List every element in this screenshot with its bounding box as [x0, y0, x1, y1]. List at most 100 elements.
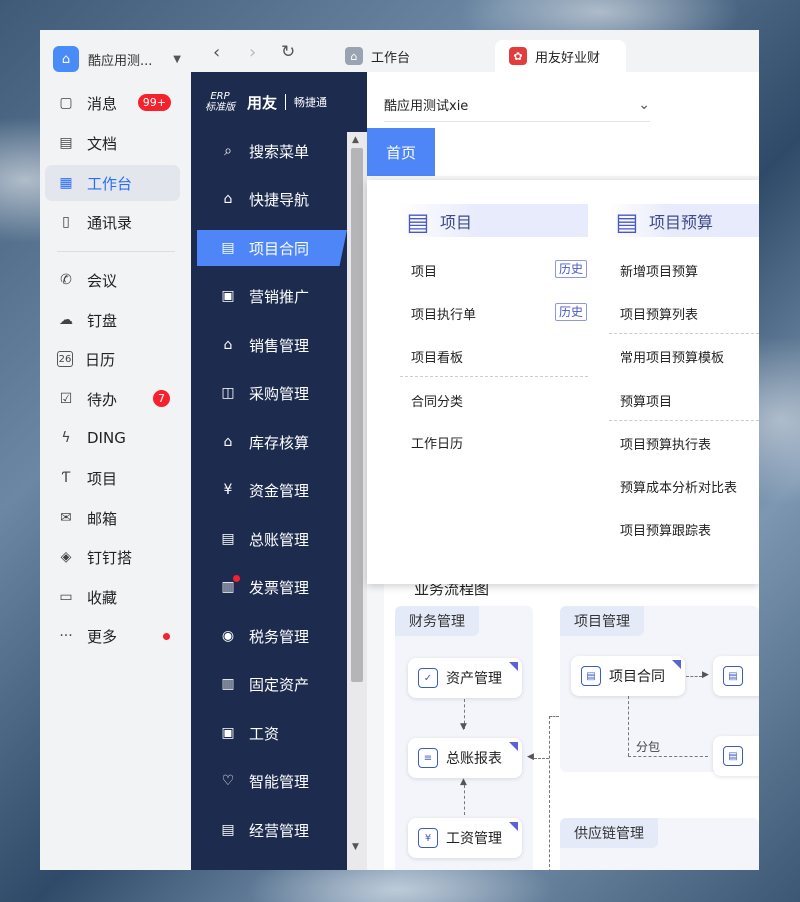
home-icon: ⌂ — [223, 191, 233, 207]
history-button[interactable]: 历史 — [555, 260, 588, 278]
salary-icon: ▣ — [221, 725, 235, 741]
menu-operations[interactable]: ▤ 经营管理 — [197, 812, 347, 848]
menu-link-budget-tracking[interactable]: 项目预算跟踪表 — [620, 520, 711, 539]
menu-link-work-calendar[interactable]: 工作日历 — [411, 433, 463, 452]
menu-invoice[interactable]: ▥ 发票管理 — [197, 569, 347, 605]
sidebar-item-drive[interactable]: ☁ 钉盘 — [45, 302, 180, 338]
divider — [609, 333, 759, 334]
ding-icon: ϟ — [61, 430, 71, 446]
brand-logo: ERP 标准版 用友 畅捷通 — [191, 72, 367, 132]
group-title: 项目管理 — [560, 606, 644, 636]
browser-tabbar: ‹ › ↻ ⌂ 工作台 ✿ 用友好业财 — [191, 30, 759, 72]
menu-marketing[interactable]: ▣ 营销推广 — [197, 278, 347, 314]
message-icon: ▢ — [59, 95, 73, 111]
menu-link-budget-list[interactable]: 项目预算列表 — [620, 304, 698, 323]
asset-icon: ✓ — [418, 668, 438, 688]
divider — [609, 420, 759, 421]
arrow-right-icon: ▶ — [702, 670, 709, 680]
edition-text: 标准版 — [205, 102, 235, 113]
forward-icon[interactable]: › — [249, 42, 256, 63]
menu-link-new-budget[interactable]: 新增项目预算 — [620, 261, 698, 280]
node-partial-2[interactable]: ▤ — [713, 736, 759, 776]
divider — [400, 376, 588, 377]
node-label: 资产管理 — [446, 671, 502, 687]
sidebar-item-meeting[interactable]: ✆ 会议 — [45, 262, 180, 298]
org-logo-icon: ⌂ — [53, 46, 79, 72]
menu-fixed-assets[interactable]: ▥ 固定资产 — [197, 666, 347, 702]
menu-link-cost-analysis[interactable]: 预算成本分析对比表 — [620, 477, 737, 496]
notification-dot — [233, 575, 240, 582]
column-header-budget: ▤ 项目预算 — [609, 204, 759, 237]
node-ledger[interactable]: ≡ 总账报表 — [408, 738, 522, 778]
org-switcher[interactable]: ⌂ 酷应用测... ▼ — [53, 46, 181, 72]
menu-inventory[interactable]: ⌂ 库存核算 — [197, 424, 347, 460]
sidebar-item-builder[interactable]: ◈ 钉钉搭 — [45, 539, 180, 575]
unread-badge: 99+ — [137, 94, 171, 111]
group-title: 财务管理 — [395, 606, 479, 636]
sidebar-item-contacts[interactable]: ▯ 通讯录 — [45, 204, 180, 240]
sidebar-item-project[interactable]: Ƭ 项目 — [45, 460, 180, 496]
dingtalk-sidebar: ⌂ 酷应用测... ▼ ▢ 消息 99+ ▤ 文档 ▦ 工作台 ▯ 通讯录 ✆ 会议 ☁ 钉盘… — [40, 30, 191, 870]
back-icon[interactable]: ‹ — [213, 42, 220, 63]
sidebar-item-ding[interactable]: ϟ DING — [45, 420, 180, 456]
menu-label: 项目合同 — [249, 239, 310, 258]
sidebar-item-favorite[interactable]: ▭ 收藏 — [45, 579, 180, 615]
node-asset[interactable]: ✓ 资产管理 — [408, 658, 522, 698]
sidebar-item-docs[interactable]: ▤ 文档 — [45, 125, 180, 161]
node-label: 总账报表 — [446, 751, 502, 767]
node-contract[interactable]: ▤ 项目合同 — [571, 656, 685, 696]
node-salary[interactable]: ¥ 工资管理 — [408, 818, 522, 858]
refresh-icon[interactable]: ↻ — [281, 42, 295, 62]
group-title: 供应链管理 — [560, 818, 658, 848]
tab-yonyou[interactable]: ✿ 用友好业财 — [495, 40, 627, 72]
menu-smart[interactable]: ♡ 智能管理 — [197, 763, 347, 799]
menu-funds[interactable]: ¥ 资金管理 — [197, 472, 347, 508]
todo-icon: ☑ — [59, 391, 73, 407]
history-button[interactable]: 历史 — [555, 303, 588, 321]
sidebar-item-todo[interactable]: ☑ 待办 7 — [45, 381, 180, 417]
flow-connector — [686, 676, 702, 677]
main-menu: ERP 标准版 用友 畅捷通 ⌕ 搜索菜单 ⌂ 快捷导航 ▤ 项目合同 ▣ 营销推广 ⌂ 销… — [191, 72, 367, 870]
divider — [57, 251, 175, 252]
menu-search[interactable]: ⌕ 搜索菜单 — [197, 133, 347, 169]
node-partial-1[interactable]: ▤ — [713, 656, 759, 696]
sidebar-item-label: 日历 — [85, 350, 116, 369]
scrollbar-thumb[interactable] — [351, 148, 363, 682]
building-icon: ▥ — [221, 676, 235, 692]
menu-project-contract[interactable]: ▤ 项目合同 — [197, 230, 347, 266]
chevron-down-icon: ⌄ — [638, 96, 650, 113]
menu-ledger[interactable]: ▤ 总账管理 — [197, 521, 347, 557]
ledger-icon: ▤ — [221, 531, 235, 547]
yonyou-tab-icon: ✿ — [509, 47, 527, 65]
sidebar-item-message[interactable]: ▢ 消息 99+ — [45, 85, 180, 121]
menu-tax[interactable]: ◉ 税务管理 — [197, 618, 347, 654]
ledger-icon: ≡ — [418, 748, 438, 768]
menu-scrollbar[interactable]: ▲ ▼ — [347, 132, 367, 870]
menu-purchase[interactable]: ◫ 采购管理 — [197, 375, 347, 411]
scroll-down-icon[interactable]: ▼ — [352, 842, 359, 852]
menu-link-board[interactable]: 项目看板 — [411, 347, 463, 366]
tab-home[interactable]: 首页 — [367, 128, 435, 176]
sidebar-item-calendar[interactable]: 26 日历 — [45, 341, 180, 377]
menu-label: 营销推广 — [249, 287, 310, 306]
menu-salary[interactable]: ▣ 工资 — [197, 715, 347, 751]
menu-link-budget-item[interactable]: 预算项目 — [620, 391, 672, 410]
list-icon: ▤ — [406, 208, 430, 236]
sidebar-item-more[interactable]: ··· 更多 — [45, 618, 180, 654]
menu-sales[interactable]: ⌂ 销售管理 — [197, 327, 347, 363]
menu-quick-nav[interactable]: ⌂ 快捷导航 — [197, 181, 347, 217]
menu-link-execution[interactable]: 项目执行单 — [411, 304, 476, 323]
menu-label: 税务管理 — [249, 627, 310, 646]
scroll-up-icon[interactable]: ▲ — [352, 135, 359, 145]
menu-link-budget-execution[interactable]: 项目预算执行表 — [620, 434, 711, 453]
sidebar-item-mail[interactable]: ✉ 邮箱 — [45, 500, 180, 536]
menu-link-contract-category[interactable]: 合同分类 — [411, 391, 463, 410]
menu-link-budget-template[interactable]: 常用项目预算模板 — [620, 347, 724, 366]
company-selector[interactable]: 酷应用测试xie ⌄ — [384, 88, 650, 122]
tab-workbench[interactable]: ⌂ 工作台 — [345, 40, 410, 72]
menu-label: 总账管理 — [249, 530, 310, 549]
menu-link-project[interactable]: 项目 — [411, 261, 437, 280]
menu-label: 经营管理 — [249, 821, 310, 840]
menu-label: 库存核算 — [249, 433, 310, 452]
sidebar-item-workbench[interactable]: ▦ 工作台 — [45, 165, 180, 201]
